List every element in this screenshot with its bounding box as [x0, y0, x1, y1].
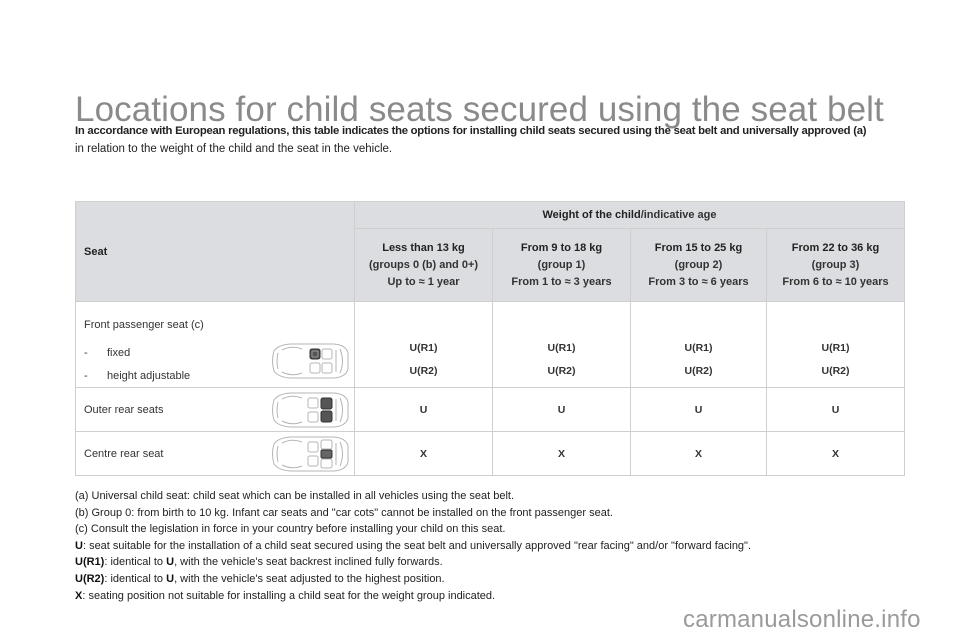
- group-name: (groups 0 (b) and 0+): [368, 258, 479, 271]
- legend-u: U: seat suitable for the installation of…: [75, 539, 752, 552]
- table-row: Front passenger seat (c) - fixed - height …: [75, 301, 905, 388]
- group-weight: From 15 to 25 kg: [654, 241, 743, 254]
- watermark: carmanualsonline.info: [683, 606, 921, 633]
- footnote-b: (b) Group 0: from birth to 10 kg. Infant…: [75, 506, 613, 519]
- car-front-passenger-seat-icon: [272, 343, 349, 379]
- seat-cell: Front passenger seat (c) - fixed - height …: [75, 301, 355, 388]
- value-cell: U(R1) U(R2): [630, 301, 767, 388]
- group-header: Less than 13 kg (groups 0 (b) and 0+) Up…: [354, 228, 493, 302]
- group-weight: Less than 13 kg: [382, 241, 465, 254]
- value-cell: U: [354, 387, 493, 432]
- legend-ur2: U(R2): identical to U, with the vehicle'…: [75, 572, 445, 585]
- footnote-c: (c) Consult the legislation in force in …: [75, 523, 506, 536]
- group-age: From 6 to ≈ 10 years: [782, 275, 889, 288]
- car-centre-rear-seat-icon: [272, 436, 349, 472]
- weight-header-rest: /indicative age: [640, 209, 717, 221]
- group-weight: From 9 to 18 kg: [520, 241, 603, 254]
- legend-x: X: seating position not suitable for ins…: [75, 589, 496, 602]
- group-age: From 1 to ≈ 3 years: [511, 275, 612, 288]
- value-cell: U(R1) U(R2): [354, 301, 493, 388]
- value-cell: U(R1) U(R2): [766, 301, 905, 388]
- group-name: (group 1): [537, 258, 586, 271]
- seat-label: Outer rear seats: [84, 403, 164, 416]
- car-outer-rear-seats-icon: [272, 392, 349, 428]
- table-row: Centre rear seat X X X X: [75, 431, 905, 476]
- group-name: (group 3): [811, 258, 860, 271]
- intro-text: in relation to the weight of the child a…: [75, 143, 393, 155]
- value-cell: U: [630, 387, 767, 432]
- seat-column-header: Seat: [75, 201, 355, 302]
- group-weight: From 22 to 36 kg: [791, 241, 880, 254]
- value-cell: U(R1) U(R2): [492, 301, 631, 388]
- value-cell: X: [492, 431, 631, 476]
- value-cell: X: [630, 431, 767, 476]
- value-cell: U: [766, 387, 905, 432]
- group-header: From 9 to 18 kg (group 1) From 1 to ≈ 3 …: [492, 228, 631, 302]
- seat-sub-option: - height adjustable: [84, 370, 191, 382]
- group-header: From 15 to 25 kg (group 2) From 3 to ≈ 6…: [630, 228, 767, 302]
- group-age: Up to ≈ 1 year: [387, 275, 460, 288]
- value-cell: X: [354, 431, 493, 476]
- seat-sub-option: - fixed: [84, 347, 131, 359]
- value-cell: X: [766, 431, 905, 476]
- seat-cell: Centre rear seat: [75, 431, 355, 476]
- legend-ur1: U(R1): identical to U, with the vehicle'…: [75, 556, 443, 569]
- table-row: Outer rear seats U U U U: [75, 387, 905, 432]
- group-header: From 22 to 36 kg (group 3) From 6 to ≈ 1…: [766, 228, 905, 302]
- weight-column-header: Weight of the child/indicative age: [354, 201, 905, 229]
- intro-text-bold: In accordance with European regulations,…: [75, 125, 867, 137]
- child-seat-table: Seat Weight of the child/indicative age …: [75, 201, 905, 476]
- seat-label: Centre rear seat: [84, 447, 164, 460]
- footnote-a: (a) Universal child seat: child seat whi…: [75, 490, 515, 502]
- group-name: (group 2): [674, 258, 723, 271]
- seat-label: Front passenger seat (c): [84, 319, 204, 331]
- footnotes: (a) Universal child seat: child seat whi…: [75, 488, 751, 604]
- weight-header-bold: Weight of the child: [542, 209, 641, 221]
- group-age: From 3 to ≈ 6 years: [648, 275, 749, 288]
- seat-cell: Outer rear seats: [75, 387, 355, 432]
- value-cell: U: [492, 387, 631, 432]
